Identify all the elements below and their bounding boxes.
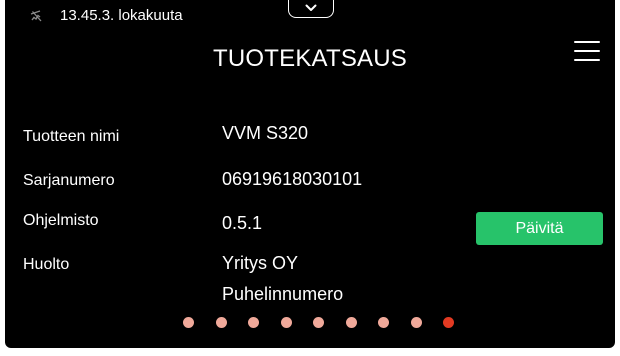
- no-connection-icon: [30, 10, 42, 22]
- status-datetime: 13.45.3. lokakuuta: [60, 7, 183, 24]
- menu-button[interactable]: [572, 38, 602, 64]
- service-phone-value: Puhelinnumero: [222, 284, 344, 304]
- page-dot[interactable]: [216, 317, 227, 328]
- page-dot[interactable]: [346, 317, 357, 328]
- page-dot[interactable]: [411, 317, 422, 328]
- serial-number-label: Sarjanumero: [23, 172, 115, 189]
- page-dot[interactable]: [248, 317, 259, 328]
- page-title: TUOTEKATSAUS: [213, 45, 407, 72]
- service-label: Huolto: [23, 256, 70, 273]
- display-panel: 13.45.3. lokakuuta TUOTEKATSAUS Tuotteen…: [5, 0, 615, 348]
- product-name-label: Tuotteen nimi: [23, 128, 120, 145]
- serial-number-value: 06919618030101: [222, 169, 363, 189]
- update-button[interactable]: Päivitä: [476, 212, 603, 245]
- page-dot[interactable]: [281, 317, 292, 328]
- page-dot-active[interactable]: [443, 317, 454, 328]
- chevron-down-icon: [305, 4, 317, 11]
- software-version-value: 0.5.1: [222, 213, 263, 233]
- service-company-value: Yritys OY: [222, 253, 299, 273]
- page-dot[interactable]: [378, 317, 389, 328]
- page-dot[interactable]: [313, 317, 324, 328]
- pull-down-tab[interactable]: [288, 0, 334, 18]
- hamburger-menu-icon: [574, 41, 600, 43]
- page-dot[interactable]: [183, 317, 194, 328]
- software-label: Ohjelmisto: [23, 212, 99, 229]
- product-name-value: VVM S320: [222, 123, 309, 143]
- product-overview-screen: 13.45.3. lokakuuta TUOTEKATSAUS Tuotteen…: [0, 0, 620, 356]
